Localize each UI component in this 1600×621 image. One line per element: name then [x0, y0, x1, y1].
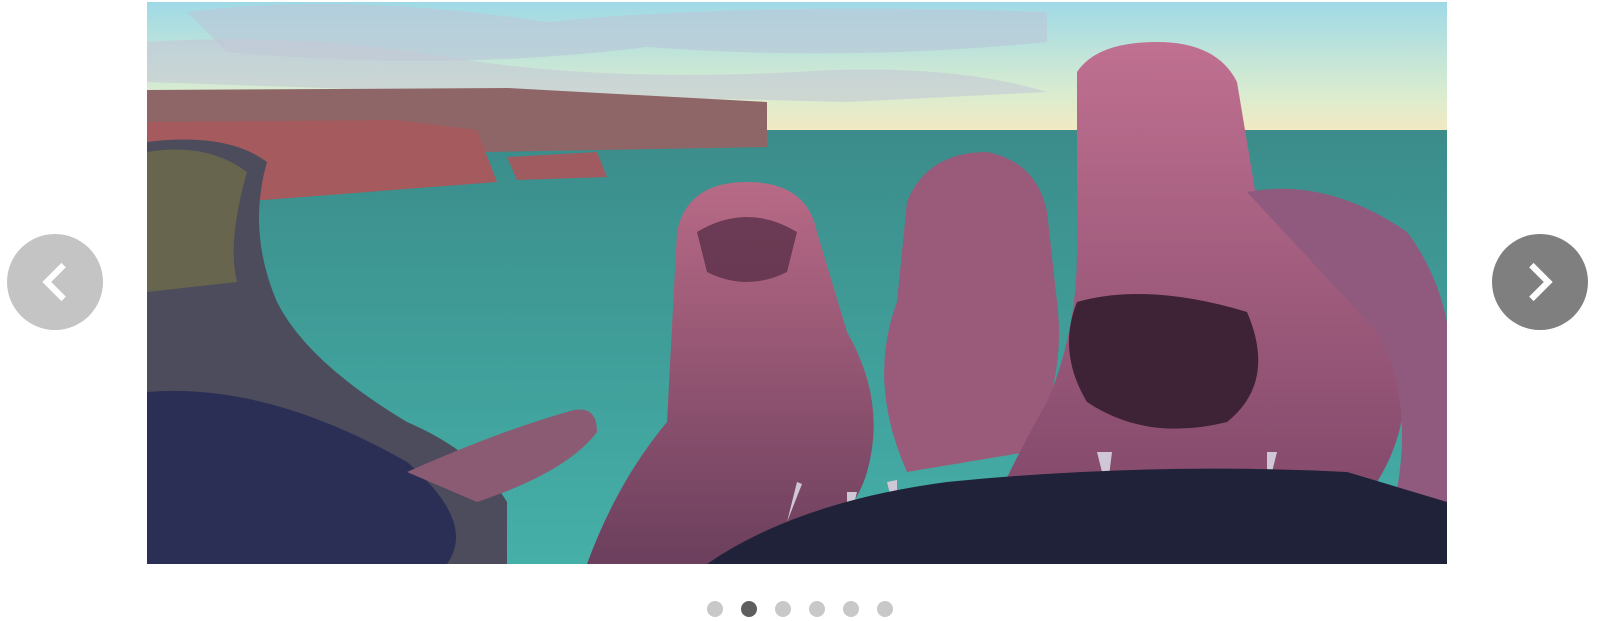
chevron-left-icon [42, 262, 66, 302]
next-slide-button[interactable] [1492, 234, 1588, 330]
chevron-right-icon [1529, 262, 1553, 302]
iguana-illustration [147, 2, 1447, 564]
pagination-dot-6[interactable] [877, 601, 893, 617]
slide-pagination [0, 601, 1600, 617]
pagination-dot-1[interactable] [707, 601, 723, 617]
pagination-dot-5[interactable] [843, 601, 859, 617]
pagination-dot-4[interactable] [809, 601, 825, 617]
image-carousel [0, 0, 1600, 621]
pagination-dot-3[interactable] [775, 601, 791, 617]
previous-slide-button[interactable] [7, 234, 103, 330]
pagination-dot-2[interactable] [741, 601, 757, 617]
carousel-slide-image[interactable] [147, 2, 1447, 564]
